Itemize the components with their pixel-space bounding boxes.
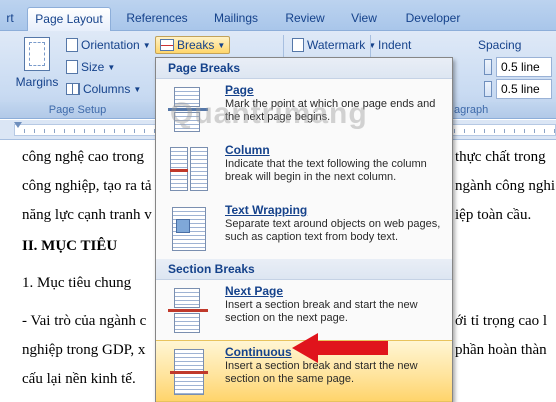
- menu-item-column-break[interactable]: Column Indicate that the text following …: [156, 139, 452, 199]
- tab-insert[interactable]: rt: [0, 7, 20, 31]
- tab-references[interactable]: References: [120, 7, 194, 31]
- menu-item-desc: Insert a section break and start the new…: [225, 299, 418, 324]
- ribbon-tab-bar: rt Page Layout References Mailings Revie…: [0, 0, 556, 32]
- page-breaks-header: Page Breaks: [156, 58, 452, 79]
- watermark-label: Watermark: [307, 38, 366, 52]
- menu-item-next-page[interactable]: Next Page Insert a section break and sta…: [156, 280, 452, 340]
- chevron-down-icon: ▼: [133, 84, 142, 94]
- doc-line-left: 1. Mục tiêu chung: [22, 275, 132, 291]
- columns-button[interactable]: Columns ▼: [66, 82, 141, 96]
- doc-line-left: công nghiệp, tạo ra tả: [22, 178, 152, 194]
- tab-review[interactable]: Review: [280, 7, 330, 31]
- spacing-before-field[interactable]: 0.5 line: [496, 57, 552, 77]
- spacing-after-spinner[interactable]: [484, 81, 492, 97]
- spacing-before-spinner[interactable]: [484, 59, 492, 75]
- spacing-after-field[interactable]: 0.5 line: [496, 79, 552, 99]
- tab-page-layout[interactable]: Page Layout: [27, 7, 111, 32]
- column-break-icon: [168, 147, 208, 191]
- columns-label: Columns: [83, 82, 131, 96]
- chevron-down-icon: ▼: [107, 62, 116, 72]
- watermark-icon: [292, 38, 304, 52]
- margins-label: Margins: [15, 75, 59, 89]
- tab-view[interactable]: View: [345, 7, 383, 31]
- menu-item-desc: Separate text around objects on web page…: [225, 218, 441, 243]
- doc-line-left: năng lực cạnh tranh v: [22, 207, 152, 223]
- size-button[interactable]: Size ▼: [66, 60, 115, 74]
- margins-icon: [24, 37, 50, 71]
- columns-icon: [66, 83, 80, 95]
- breaks-label: Breaks: [177, 38, 215, 52]
- size-icon: [66, 60, 78, 74]
- chevron-down-icon: ▼: [217, 40, 226, 50]
- spacing-label: Spacing: [478, 38, 522, 52]
- menu-item-title: Next Page: [225, 284, 284, 298]
- doc-line-right: ngành công nghi: [455, 178, 555, 194]
- menu-item-desc: Indicate that the text following the col…: [225, 158, 427, 183]
- continuous-icon: [168, 349, 208, 395]
- page-setup-group-label: Page Setup: [0, 102, 155, 118]
- indent-label: Indent: [378, 38, 412, 52]
- doc-line-left: công nghệ cao trong: [22, 149, 145, 165]
- orientation-label: Orientation: [81, 38, 140, 52]
- doc-line-left: cấu lại nền kinh tế.: [22, 371, 136, 387]
- doc-line-right: thực chất trong: [455, 149, 546, 165]
- chevron-down-icon: ▼: [142, 40, 151, 50]
- orientation-button[interactable]: Orientation ▼: [66, 38, 151, 52]
- doc-line-right: ới tỉ trọng cao l: [455, 313, 548, 329]
- menu-item-title: Column: [225, 143, 270, 157]
- doc-heading: II. MỤC TIÊU: [22, 238, 118, 254]
- menu-item-desc: Insert a section break and start the new…: [225, 360, 418, 385]
- doc-line-right: phần hoàn thàn: [455, 342, 547, 358]
- tab-developer[interactable]: Developer: [398, 7, 468, 31]
- doc-line-right: iệp toàn cầu.: [455, 207, 532, 223]
- doc-line-left: nghiệp trong GDP, x: [22, 342, 146, 358]
- size-label: Size: [81, 60, 105, 74]
- indent-marker-icon[interactable]: [14, 122, 22, 128]
- breaks-button[interactable]: Breaks ▼: [155, 36, 231, 54]
- paragraph-group-label: agraph: [453, 102, 556, 118]
- red-arrow-icon: [292, 333, 388, 363]
- text-wrapping-icon: [168, 207, 208, 251]
- menu-item-title: Continuous: [225, 345, 292, 359]
- tab-mailings[interactable]: Mailings: [207, 7, 265, 31]
- site-watermark: Quantrimang: [170, 97, 368, 130]
- next-page-icon: [168, 288, 208, 333]
- menu-item-text-wrapping-break[interactable]: Text Wrapping Separate text around objec…: [156, 199, 452, 259]
- menu-item-title: Page: [225, 83, 254, 97]
- margins-button[interactable]: Margins: [14, 37, 60, 97]
- orientation-icon: [66, 38, 78, 52]
- doc-line-left: - Vai trò của ngành c: [22, 313, 147, 329]
- breaks-icon: [160, 39, 174, 51]
- watermark-button[interactable]: Watermark ▼: [292, 38, 376, 52]
- section-breaks-header: Section Breaks: [156, 259, 452, 280]
- menu-item-title: Text Wrapping: [225, 203, 308, 217]
